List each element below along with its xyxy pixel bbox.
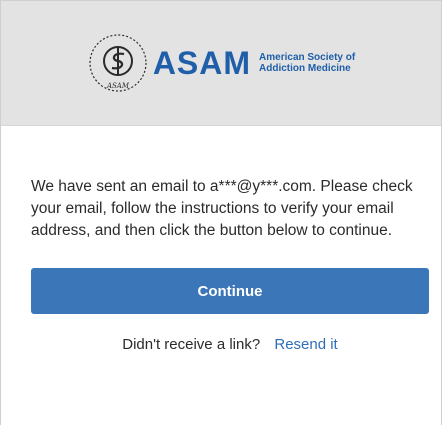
header: ASAM ASAM American Society of Addiction …: [1, 1, 441, 126]
continue-button[interactable]: Continue: [31, 268, 429, 314]
asam-seal-icon: ASAM: [89, 34, 147, 92]
resend-link[interactable]: Resend it: [274, 336, 337, 353]
verify-email-page: ASAM ASAM American Society of Addiction …: [0, 0, 442, 425]
main-content: We have sent an email to a***@y***.com. …: [1, 126, 441, 353]
resend-prompt: Didn't receive a link?: [122, 336, 261, 353]
seal-bottom-text: ASAM: [106, 82, 130, 90]
resend-row: Didn't receive a link? Resend it: [31, 336, 429, 353]
tagline-line-2: Addiction Medicine: [259, 63, 351, 74]
tagline-line-1: American Society of: [259, 52, 356, 63]
asam-wordmark: ASAM: [152, 44, 252, 81]
asam-tagline: American Society of Addiction Medicine: [259, 52, 355, 74]
asam-logo: ASAM ASAM American Society of Addiction …: [87, 32, 355, 94]
verification-message: We have sent an email to a***@y***.com. …: [31, 178, 413, 239]
